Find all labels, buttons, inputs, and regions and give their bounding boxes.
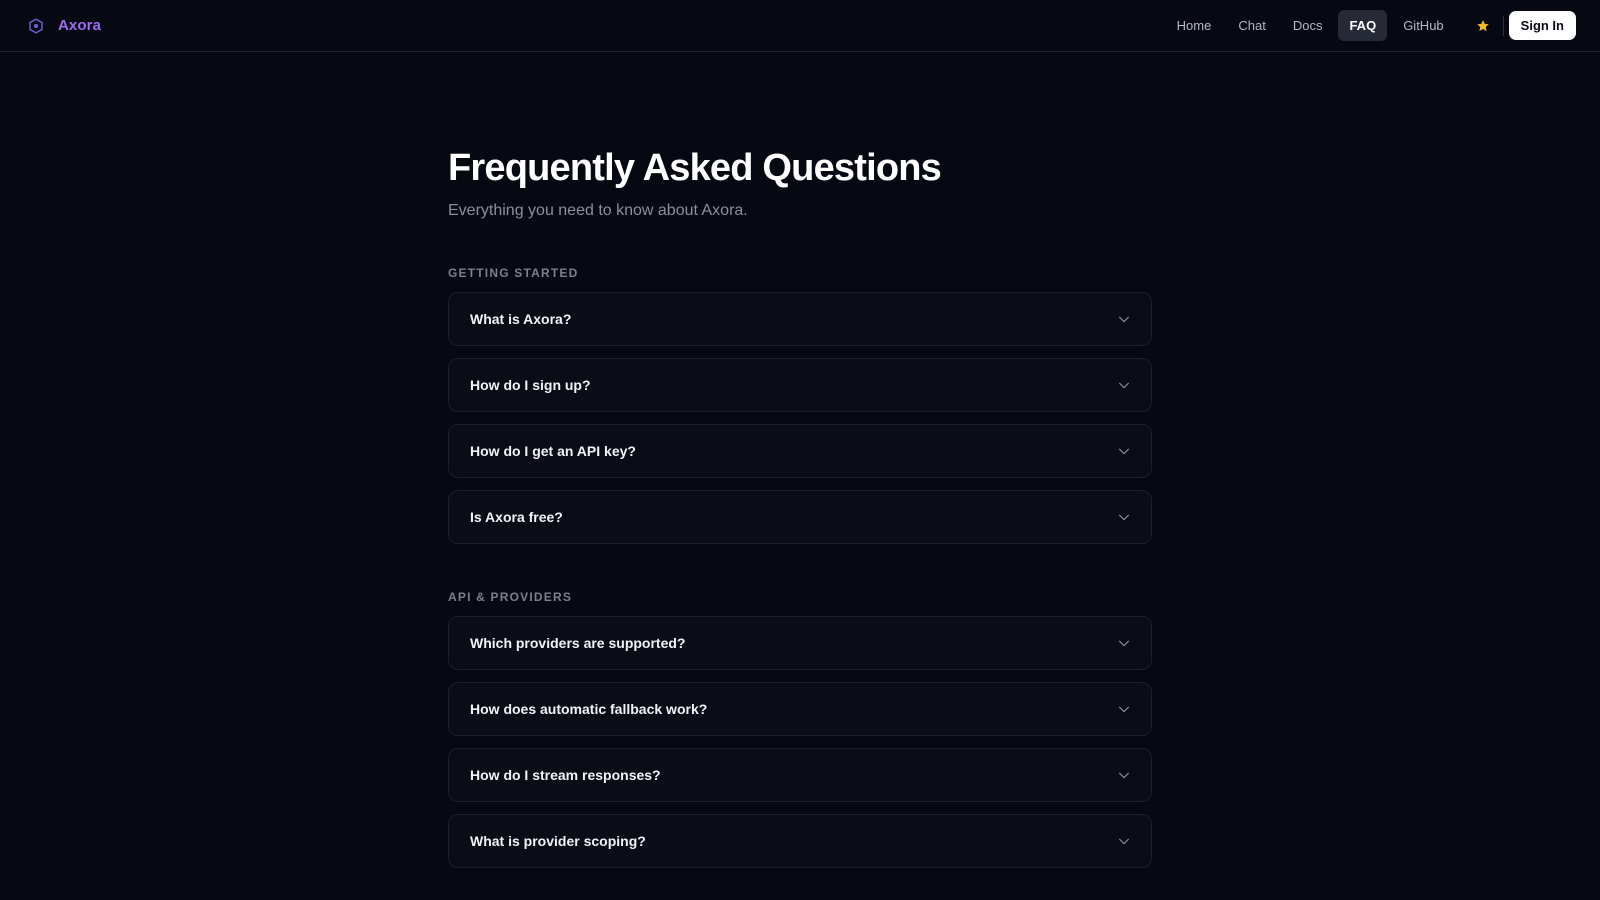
- faq-content: Frequently Asked Questions Everything yo…: [448, 52, 1152, 880]
- faq-item[interactable]: How do I sign up?: [448, 358, 1152, 412]
- nav-github[interactable]: GitHub: [1392, 10, 1454, 41]
- faq-list-api-providers: Which providers are supported? How does …: [448, 616, 1152, 868]
- faq-question: Which providers are supported?: [470, 635, 686, 651]
- nav-faq[interactable]: FAQ: [1338, 10, 1388, 41]
- chevron-down-icon: [1119, 838, 1129, 845]
- faq-item[interactable]: Which providers are supported?: [448, 616, 1152, 670]
- chevron-down-icon: [1119, 772, 1129, 779]
- faq-item[interactable]: How do I get an API key?: [448, 424, 1152, 478]
- faq-list-getting-started: What is Axora? How do I sign up? How do …: [448, 292, 1152, 544]
- chevron-down-icon: [1119, 514, 1129, 521]
- faq-question: How do I sign up?: [470, 377, 591, 393]
- faq-question: Is Axora free?: [470, 509, 563, 525]
- faq-item[interactable]: What is provider scoping?: [448, 814, 1152, 868]
- page-title: Frequently Asked Questions: [448, 147, 942, 189]
- chevron-down-icon: [1119, 448, 1129, 455]
- brand-name: Axora: [58, 17, 102, 34]
- chevron-down-icon: [1119, 640, 1129, 647]
- faq-item[interactable]: How do I stream responses?: [448, 748, 1152, 802]
- nav-chat[interactable]: Chat: [1227, 10, 1276, 41]
- faq-question: How does automatic fallback work?: [470, 701, 708, 717]
- section-label-getting-started: Getting Started: [448, 266, 579, 280]
- top-navbar: Axora Home Chat Docs FAQ GitHub Sign In: [0, 0, 1600, 52]
- faq-item[interactable]: How does automatic fallback work?: [448, 682, 1152, 736]
- star-button[interactable]: [1469, 12, 1497, 40]
- chevron-down-icon: [1119, 316, 1129, 323]
- chevron-down-icon: [1119, 706, 1129, 713]
- page-subtitle: Everything you need to know about Axora.: [448, 202, 748, 219]
- hexagon-logo-icon: [29, 17, 43, 34]
- faq-question: What is provider scoping?: [470, 833, 646, 849]
- main-nav: Home Chat Docs FAQ GitHub Sign In: [1161, 10, 1576, 41]
- nav-docs[interactable]: Docs: [1282, 10, 1334, 41]
- star-icon: [1476, 19, 1489, 31]
- nav-divider: [1502, 15, 1504, 36]
- chevron-down-icon: [1119, 382, 1129, 389]
- faq-question: What is Axora?: [470, 311, 572, 327]
- faq-item[interactable]: What is Axora?: [448, 292, 1152, 346]
- brand[interactable]: Axora: [28, 17, 101, 34]
- faq-question: How do I stream responses?: [470, 767, 661, 783]
- section-label-api-providers: API & Providers: [448, 590, 573, 604]
- faq-question: How do I get an API key?: [470, 443, 636, 459]
- sign-in-button[interactable]: Sign In: [1508, 11, 1576, 40]
- nav-home[interactable]: Home: [1166, 10, 1223, 41]
- faq-item[interactable]: Is Axora free?: [448, 490, 1152, 544]
